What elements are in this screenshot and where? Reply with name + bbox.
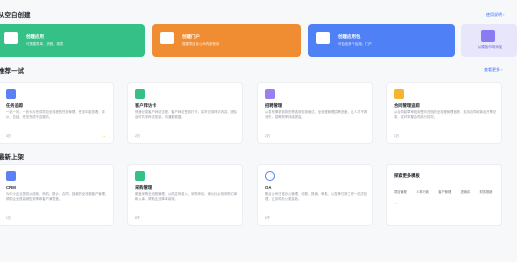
- create-package-card[interactable]: 创建应用包 可包含多个应用、门户: [308, 24, 455, 57]
- recruit-icon: [265, 89, 275, 99]
- template-icon: [481, 30, 495, 42]
- view-more-link[interactable]: 查看更多 ›: [484, 67, 502, 73]
- template-desc: 从合同起草审批到签约归档的全流程管理追踪，支持合同收款及开票记录，实时掌握合同执…: [394, 110, 497, 119]
- create-portal-card[interactable]: 创建门户 搭建项目及公司内部首页: [152, 24, 301, 57]
- create-portal-desc: 搭建项目及公司内部首页: [182, 42, 220, 46]
- contract-icon: [394, 89, 404, 99]
- create-app-desc: 可搭建表单、流程、报表: [26, 42, 64, 46]
- template-title: CRM: [6, 185, 16, 190]
- category-tag[interactable]: 财务报销: [480, 189, 493, 196]
- purchase-icon: [135, 171, 145, 181]
- section-title-try: 推荐一试: [0, 68, 24, 75]
- template-desc: 集合公司日常办公管理，请假、报销、审批、公告等日常工作一站式处理，让协同办公更高…: [265, 192, 368, 201]
- template-card-crm[interactable]: CRM 为中小企业提供从线索、商机、报价、合同、回款的全流程客户管理，帮助企业提…: [0, 164, 114, 226]
- arrow-right-icon[interactable]: →: [101, 133, 106, 139]
- template-desc: 为中小企业提供从线索、商机、报价、合同、回款的全流程客户管理，帮助企业提高销售效…: [6, 192, 109, 201]
- template-desc: 覆盖采购全流程管理，从供应商准入、采购申请、询价比价到采购订单和入库，帮助企业降…: [135, 192, 238, 201]
- visit-icon: [135, 89, 145, 99]
- template-desc: 快速记录客户拜访过程，客户拜访签到打卡，实时记录拜访内容，团队及时共享拜访信息，…: [135, 110, 238, 119]
- more-tags[interactable]: ...: [394, 200, 397, 207]
- category-tags: 项目管理 人事行政 客户管理 进销存 财务报销 ...: [394, 185, 498, 207]
- template-card-visit[interactable]: 客户拜访卡 快速记录客户拜访过程，客户拜访签到打卡，实时记录拜访内容，团队及时共…: [127, 82, 243, 144]
- create-portal-title: 创建门户: [182, 34, 200, 39]
- template-usage-count: 2万: [265, 134, 270, 138]
- package-icon: [316, 32, 330, 44]
- template-title: 招聘管理: [265, 103, 283, 108]
- task-icon: [6, 89, 16, 99]
- create-package-desc: 可包含多个应用、门户: [338, 42, 372, 46]
- create-app-card[interactable]: 创建应用 可搭建表单、流程、报表: [0, 24, 145, 57]
- template-usage-count: 1万: [394, 134, 399, 138]
- template-title: OA: [265, 185, 272, 190]
- create-app-title: 创建应用: [26, 34, 44, 39]
- section-title-create: 从空白创建: [0, 12, 31, 19]
- category-tag[interactable]: 人事行政: [416, 189, 429, 196]
- template-usage-count: 2万: [135, 134, 140, 138]
- template-market-label: 从模板市场添加: [477, 45, 503, 49]
- oa-icon: [265, 171, 275, 181]
- template-card-purchase[interactable]: 采购管理 覆盖采购全流程管理，从供应商准入、采购申请、询价比价到采购订单和入库，…: [127, 164, 243, 226]
- template-title: 采购管理: [135, 185, 153, 190]
- app-icon: [4, 32, 18, 44]
- template-usage-count: 6千: [265, 216, 270, 220]
- section-title-new: 最新上架: [0, 154, 24, 161]
- portal-icon: [160, 32, 174, 44]
- template-title: 任务追踪: [6, 103, 24, 108]
- category-card[interactable]: 探索更多模板 项目管理 人事行政 客户管理 进销存 财务报销 ...: [386, 164, 502, 226]
- template-desc: 从发布需求到简历筛选到安排面试，全流程管理招聘进度，让人才不再流失，招聘效率持续…: [265, 110, 368, 119]
- template-card-oa[interactable]: OA 集合公司日常办公管理，请假、报销、审批、公告等日常工作一站式处理，让协同办…: [257, 164, 373, 226]
- template-card-task[interactable]: 任务追踪 一站一问，一张卡片完成项目全流程的任务管理，任务中能查看，评价，总结，…: [0, 82, 114, 144]
- template-desc: 一站一问，一张卡片完成项目全流程的任务管理，任务中能查看，评价，总结，任务完成不…: [6, 110, 105, 119]
- template-card-recruit[interactable]: 招聘管理 从发布需求到简历筛选到安排面试，全流程管理招聘进度，让人才不再流失，招…: [257, 82, 373, 144]
- category-tag[interactable]: 客户管理: [438, 189, 451, 196]
- template-card-contract[interactable]: 合同管理追踪 从合同起草审批到签约归档的全流程管理追踪，支持合同收款及开票记录，…: [386, 82, 502, 144]
- category-tag[interactable]: 项目管理: [394, 189, 407, 196]
- template-usage-count: 1万: [6, 216, 11, 220]
- category-tag[interactable]: 进销存: [461, 189, 471, 196]
- instructions-link[interactable]: 使用说明 ›: [486, 12, 504, 18]
- template-title: 合同管理追踪: [394, 103, 420, 108]
- crm-icon: [6, 171, 16, 181]
- create-package-title: 创建应用包: [338, 34, 361, 39]
- template-usage-count: 8千: [135, 216, 140, 220]
- template-title: 客户拜访卡: [135, 103, 157, 108]
- template-market-card[interactable]: 从模板市场添加: [461, 24, 517, 57]
- category-card-title: 探索更多模板: [394, 173, 420, 178]
- template-usage-count: 3万: [6, 134, 11, 138]
